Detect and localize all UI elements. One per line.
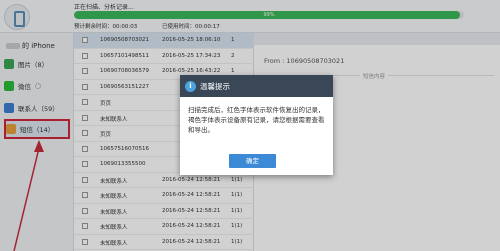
dialog-header: 温馨提示 bbox=[180, 75, 333, 97]
dialog-message: 扫描完成后，红色字体表示软件恢复出的记录，褐色字体表示设备原有记录，请您根据需要… bbox=[188, 106, 325, 134]
tip-dialog: 温馨提示 扫描完成后，红色字体表示软件恢复出的记录，褐色字体表示设备原有记录，请… bbox=[180, 75, 333, 175]
confirm-button[interactable]: 确定 bbox=[229, 154, 276, 168]
dialog-title: 温馨提示 bbox=[200, 81, 230, 91]
info-icon bbox=[185, 80, 196, 92]
